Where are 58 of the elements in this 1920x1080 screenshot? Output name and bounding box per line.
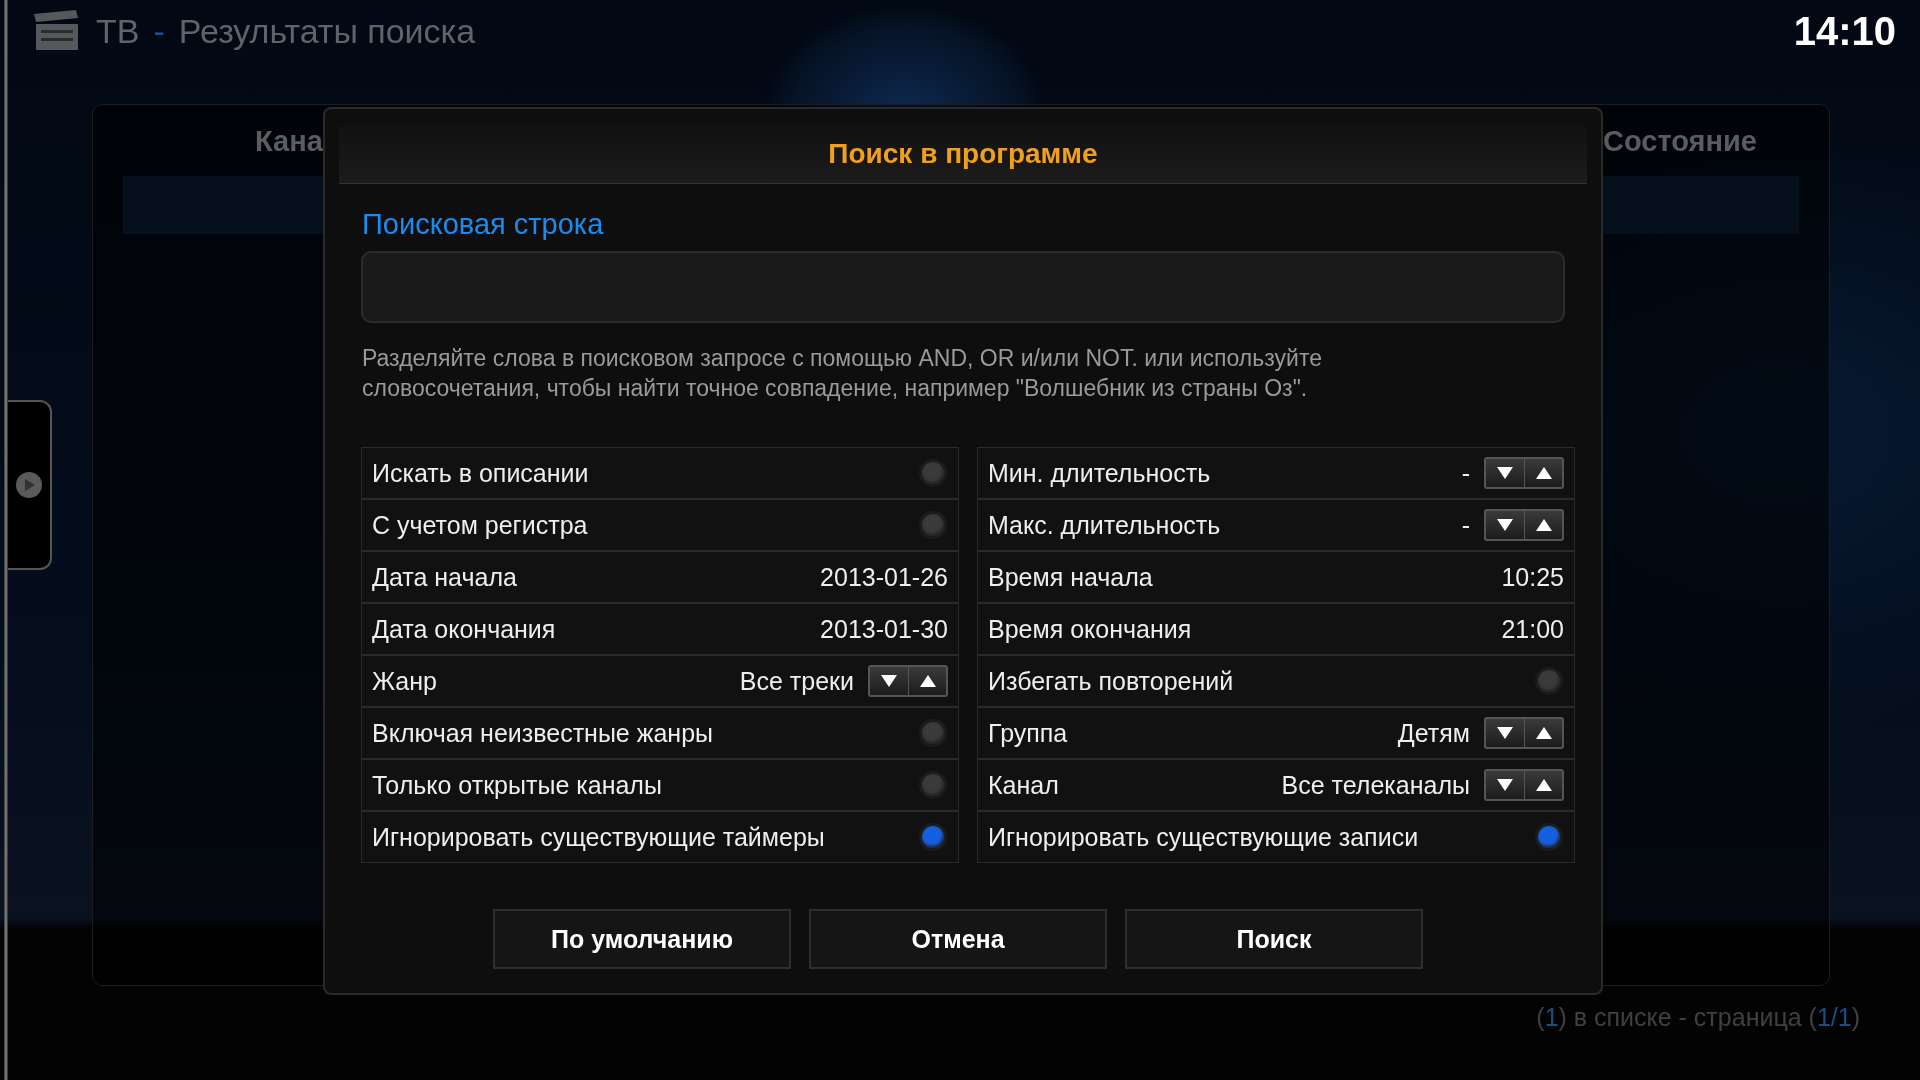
down-triangle-icon — [1496, 778, 1514, 792]
option-label: Игнорировать существующие таймеры — [372, 822, 826, 852]
column-header: Кана — [255, 125, 323, 158]
option-value: 21:00 — [1501, 614, 1564, 644]
search-field[interactable] — [361, 251, 1565, 323]
up-triangle-icon — [1534, 466, 1553, 480]
down-triangle-icon — [1496, 518, 1514, 532]
toggle-indicator[interactable] — [922, 826, 944, 848]
separator: - — [153, 11, 165, 51]
option-label: Жанр — [372, 666, 438, 696]
option-label: Искать в описании — [372, 458, 590, 488]
dialog-button[interactable]: Отмена — [809, 909, 1107, 969]
toggle-indicator[interactable] — [1538, 826, 1560, 848]
option-label: Дата начала — [372, 562, 518, 592]
dialog-title: Поиск в программе — [339, 125, 1587, 184]
option-value: Все телеканалы — [1281, 770, 1470, 800]
option-label: Только открытые каналы — [372, 770, 663, 800]
option-value: 10:25 — [1501, 562, 1564, 592]
option-value: Все треки — [739, 666, 854, 696]
play-icon — [15, 471, 43, 499]
toggle-indicator[interactable] — [922, 514, 944, 536]
column-header: Состояние — [1603, 125, 1757, 158]
toggle-indicator[interactable] — [922, 774, 944, 796]
option-value: - — [1461, 458, 1470, 488]
dialog-button[interactable]: По умолчанию — [493, 909, 791, 969]
up-triangle-icon — [1534, 518, 1553, 532]
side-tab[interactable] — [8, 400, 52, 570]
field-label: Поисковая строка — [362, 208, 605, 241]
down-triangle-icon — [1496, 466, 1514, 480]
option-label: Мин. длительность — [988, 458, 1212, 488]
option-value: - — [1461, 510, 1470, 540]
option-label: Игнорировать существующие записи — [988, 822, 1420, 852]
option-value: Детям — [1397, 718, 1470, 748]
toggle-indicator[interactable] — [922, 722, 944, 744]
toggle-indicator[interactable] — [1538, 670, 1560, 692]
up-triangle-icon — [918, 674, 937, 688]
up-triangle-icon — [1534, 778, 1553, 792]
option-label: Канал — [988, 770, 1060, 800]
option-label: Избегать повторений — [988, 666, 1235, 696]
page-count: (1) в списке - страница (1/1) — [1536, 1003, 1860, 1032]
down-triangle-icon — [880, 674, 898, 688]
page-title: Результаты поиска — [178, 11, 476, 51]
option-label: С учетом регистра — [372, 510, 589, 540]
option-value: 2013-01-30 — [820, 614, 948, 644]
option-label: Время окончания — [988, 614, 1193, 644]
up-triangle-icon — [1534, 726, 1553, 740]
toggle-indicator[interactable] — [922, 462, 944, 484]
dialog-button[interactable]: Поиск — [1125, 909, 1423, 969]
option-label: Включая неизвестные жанры — [372, 718, 714, 748]
option-label: Дата окончания — [372, 614, 557, 644]
down-triangle-icon — [1496, 726, 1514, 740]
clock: 14:10 — [1793, 8, 1896, 54]
option-label: Время начала — [988, 562, 1154, 592]
option-label: Группа — [988, 718, 1069, 748]
option-label: Макс. длительность — [988, 510, 1222, 540]
section-title: ТВ — [96, 11, 140, 51]
option-value: 2013-01-26 — [820, 562, 948, 592]
help-text: Разделяйте слова в поисковом запросе с помощью AND, OR и/или NOT. или используйте словосочетания, чтобы найти точное совпадение, например "Волшебник из страны Оз". — [362, 344, 1323, 403]
